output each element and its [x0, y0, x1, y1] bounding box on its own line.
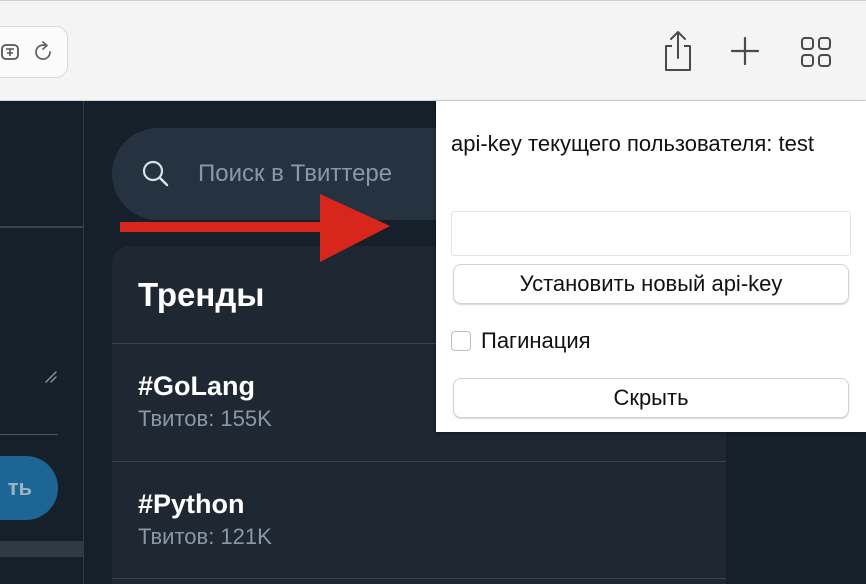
trend-tag[interactable]: #Python — [138, 489, 245, 520]
share-icon[interactable] — [662, 30, 694, 72]
hide-button-label: Скрыть — [613, 385, 689, 410]
trend-divider — [112, 578, 726, 579]
translate-icon[interactable] — [0, 40, 22, 64]
toolbar-top-border — [0, 0, 866, 1]
pagination-label: Пагинация — [481, 328, 591, 353]
hide-button[interactable]: Скрыть — [453, 378, 849, 418]
trend-count: Твитов: 155K — [138, 406, 272, 431]
trends-title: Тренды — [138, 276, 265, 313]
resize-handle-icon[interactable] — [42, 368, 58, 384]
set-api-key-button[interactable]: Установить новый api-key — [453, 264, 849, 304]
set-api-key-button-label: Установить новый api-key — [519, 271, 783, 296]
grid-icon[interactable] — [800, 36, 832, 68]
pagination-option[interactable]: Пагинация — [451, 326, 591, 356]
compose-divider — [0, 226, 84, 228]
plus-icon[interactable] — [730, 36, 760, 66]
search-icon — [142, 160, 169, 187]
compose-underline — [0, 434, 58, 435]
api-key-input[interactable] — [451, 211, 851, 256]
red-arrow-annotation — [120, 194, 390, 262]
compose-bottom-bar — [0, 541, 84, 557]
api-key-label: api-key текущего пользователя: test — [451, 131, 814, 156]
pagination-checkbox[interactable] — [451, 331, 471, 351]
trend-count: Твитов: 121K — [138, 524, 272, 549]
trend-divider — [112, 461, 726, 462]
tweet-button-label: ть — [7, 475, 32, 500]
trend-tag[interactable]: #GoLang — [138, 371, 255, 402]
reload-icon[interactable] — [31, 39, 55, 65]
search-placeholder: Поиск в Твиттере — [198, 160, 393, 187]
